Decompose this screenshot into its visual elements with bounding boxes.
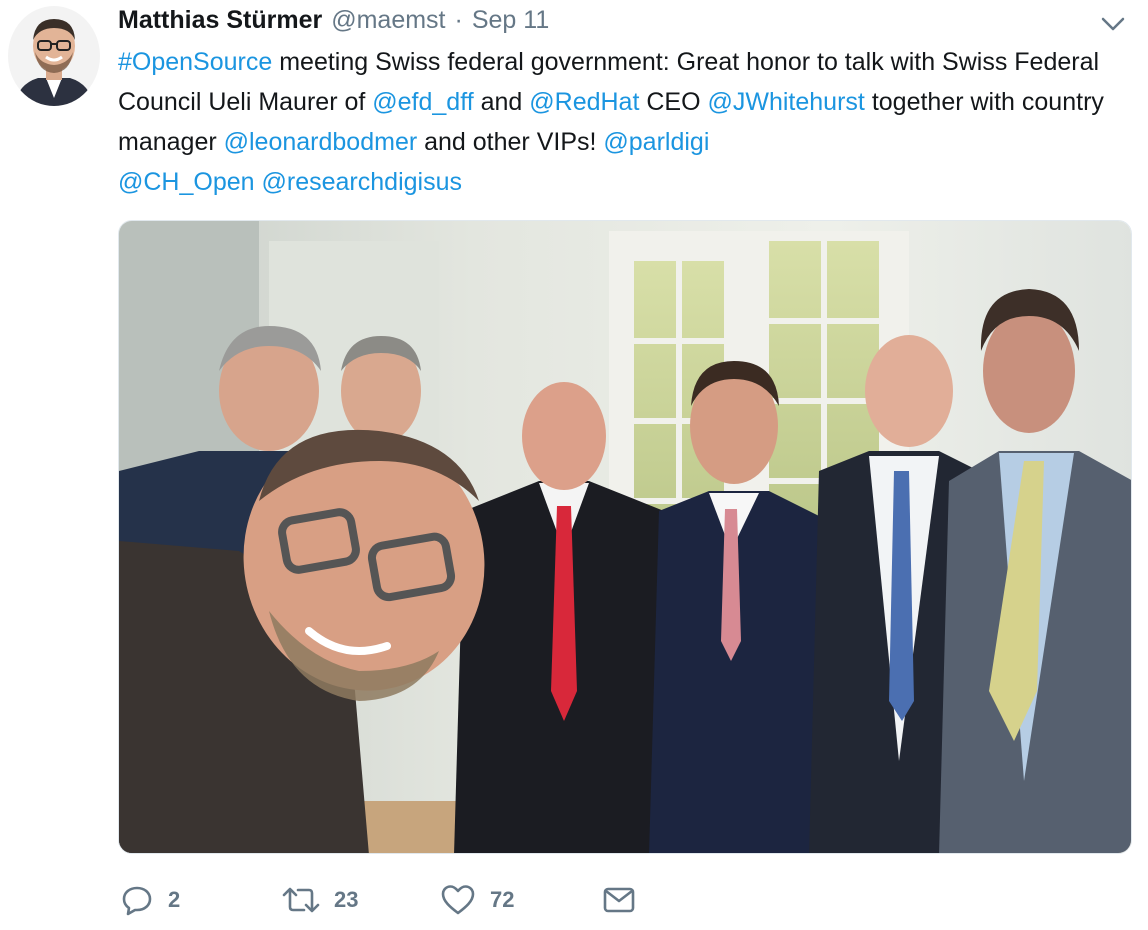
tweet-header: Matthias Stürmer @maemst · Sep 11 (118, 6, 549, 40)
tweet: Matthias Stürmer @maemst · Sep 11 #OpenS… (0, 0, 1148, 930)
heart-icon (440, 883, 476, 917)
mention-link[interactable]: @researchdigisus (262, 168, 462, 196)
tweet-actions: 2 23 72 (120, 878, 680, 922)
text-segment: and (473, 88, 530, 116)
hashtag-link[interactable]: #OpenSource (118, 48, 272, 76)
author-avatar[interactable] (8, 6, 100, 106)
header-separator: · (454, 6, 463, 34)
retweet-button[interactable]: 23 (282, 878, 358, 922)
like-count: 72 (490, 887, 515, 912)
mention-link[interactable]: @RedHat (529, 88, 639, 116)
author-name[interactable]: Matthias Stürmer (118, 6, 322, 35)
retweet-count: 23 (334, 887, 359, 912)
reply-icon (120, 883, 154, 917)
text-segment: and other VIPs! (417, 128, 604, 156)
mention-link[interactable]: @parldigi (603, 128, 709, 156)
mention-link[interactable]: @leonardbodmer (224, 128, 418, 156)
mention-link[interactable]: @JWhitehurst (708, 88, 865, 116)
mention-link[interactable]: @efd_dff (372, 88, 473, 116)
tweet-photo[interactable] (118, 220, 1132, 854)
envelope-icon (602, 885, 636, 915)
text-segment: CEO (639, 88, 708, 116)
mention-link[interactable]: @CH_Open (118, 168, 255, 196)
author-handle[interactable]: @maemst (331, 6, 445, 35)
more-options-chevron-icon[interactable] (1100, 14, 1126, 34)
like-button[interactable]: 72 (440, 878, 514, 922)
text-segment (255, 168, 262, 196)
reply-count: 2 (168, 887, 181, 912)
retweet-icon (282, 883, 320, 917)
tweet-text: #OpenSource meeting Swiss federal govern… (118, 42, 1138, 202)
tweet-date[interactable]: Sep 11 (472, 6, 549, 35)
reply-button[interactable]: 2 (120, 878, 180, 922)
direct-message-button[interactable] (602, 878, 636, 922)
